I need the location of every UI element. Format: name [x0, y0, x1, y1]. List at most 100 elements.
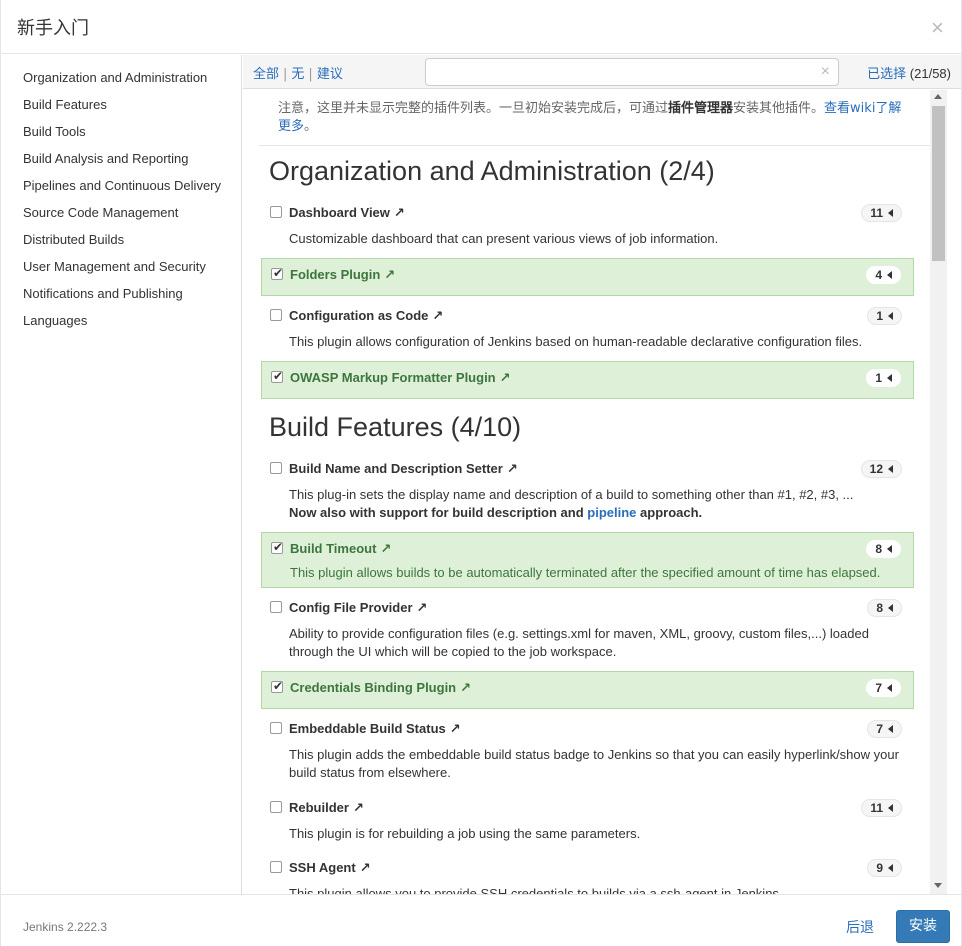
plugin-checkbox-checked[interactable]: ✔	[271, 540, 284, 554]
external-link-icon[interactable]: ↗	[360, 860, 371, 875]
dialog-header: 新手入门 ×	[1, 0, 961, 54]
sidebar-item-distributed[interactable]: Distributed Builds	[1, 227, 241, 254]
plugin-checkbox[interactable]	[270, 801, 282, 813]
plugin-name[interactable]: Build Timeout ↗	[290, 541, 391, 557]
scrollbar-thumb[interactable]	[932, 106, 945, 261]
external-link-icon[interactable]: ↗	[507, 461, 518, 476]
dependency-badge[interactable]: 4	[866, 266, 901, 284]
plugin-description: This plugin adds the embeddable build st…	[289, 747, 899, 780]
external-link-icon[interactable]: ↗	[460, 680, 471, 695]
plugin-name[interactable]: Config File Provider ↗	[289, 600, 427, 616]
dependency-badge[interactable]: 8	[866, 540, 901, 558]
plugin-item: Build Name and Description Setter ↗ 12 Th…	[261, 456, 914, 524]
caret-left-icon	[887, 545, 892, 553]
sidebar-item-pipelines[interactable]: Pipelines and Continuous Delivery	[1, 173, 241, 200]
dependency-badge[interactable]: 7	[867, 720, 902, 738]
scroll-up-icon[interactable]	[934, 94, 942, 99]
sidebar-item-notifications[interactable]: Notifications and Publishing	[1, 281, 241, 308]
plugin-checkbox-checked[interactable]: ✔	[271, 369, 283, 383]
scroll-down-icon[interactable]	[934, 883, 942, 888]
plugin-checkbox-checked[interactable]: ✔	[271, 266, 284, 280]
plugin-checkbox[interactable]	[270, 722, 282, 734]
plugin-search-box: ×	[425, 58, 839, 86]
plugin-name[interactable]: Credentials Binding Plugin ↗	[290, 680, 471, 696]
sidebar-item-organization[interactable]: Organization and Administration	[1, 65, 241, 92]
plugin-name[interactable]: Folders Plugin ↗	[290, 267, 395, 283]
sidebar-item-build-analysis[interactable]: Build Analysis and Reporting	[1, 146, 241, 173]
dependency-badge[interactable]: 12	[860, 460, 902, 478]
back-button[interactable]: 后退	[846, 917, 874, 937]
plugin-item-selected: ✔ OWASP Markup Formatter Plugin ↗ 1	[261, 361, 914, 399]
filter-separator: |	[283, 67, 288, 82]
plugin-description: This plugin allows builds to be automati…	[290, 565, 881, 580]
caret-left-icon	[887, 684, 892, 692]
plugin-name[interactable]: Rebuilder ↗	[289, 800, 364, 816]
sidebar-item-build-features[interactable]: Build Features	[1, 92, 241, 119]
plugin-item-selected: ✔ Folders Plugin ↗ 4	[261, 258, 914, 296]
plugin-description: This plugin allows configuration of Jenk…	[289, 334, 863, 349]
dependency-badge[interactable]: 7	[866, 679, 901, 697]
plugin-list-scrollbar[interactable]	[930, 90, 947, 894]
sidebar-item-build-tools[interactable]: Build Tools	[1, 119, 241, 146]
sidebar-item-user-management[interactable]: User Management and Security	[1, 254, 241, 281]
caret-left-icon	[888, 209, 893, 217]
sidebar-item-languages[interactable]: Languages	[1, 308, 241, 335]
plugin-name[interactable]: Build Name and Description Setter ↗	[289, 461, 518, 477]
external-link-icon[interactable]: ↗	[500, 370, 511, 385]
dependency-badge[interactable]: 1	[867, 307, 902, 325]
plugin-item: Configuration as Code ↗ 1 This plugin all…	[261, 303, 914, 353]
plugin-item: Rebuilder ↗ 11 This plugin is for rebuild…	[261, 795, 914, 845]
plugin-checkbox[interactable]	[270, 861, 282, 873]
external-link-icon[interactable]: ↗	[353, 800, 364, 815]
dependency-badge[interactable]: 8	[867, 599, 902, 617]
selected-link[interactable]: 已选择	[867, 67, 906, 82]
dialog-footer: Jenkins 2.222.3 后退 安装	[1, 894, 961, 946]
plugin-checkbox[interactable]	[270, 309, 282, 321]
plugin-list[interactable]: 注意，这里并未显示完整的插件列表。一旦初始安装完成后，可通过插件管理器安装其他插…	[243, 90, 930, 894]
plugin-description: This plugin is for rebuilding a job usin…	[289, 826, 641, 841]
plugin-toolbar: 全部 | 无 | 建议 × 已选择 (21/58)	[243, 55, 961, 89]
plugin-item-selected: ✔ Credentials Binding Plugin ↗ 7	[261, 671, 914, 709]
plugin-name[interactable]: Embeddable Build Status ↗	[289, 721, 461, 737]
external-link-icon[interactable]: ↗	[450, 721, 461, 736]
plugin-checkbox[interactable]	[270, 601, 282, 613]
filter-all-link[interactable]: 全部	[253, 67, 279, 82]
description-bold: Now also with support for build descript…	[289, 505, 584, 520]
plugin-description: This plug-in sets the display name and d…	[289, 486, 909, 522]
sidebar-item-scm[interactable]: Source Code Management	[1, 200, 241, 227]
notice-text: 。	[304, 119, 318, 134]
plugin-checkbox[interactable]	[270, 462, 282, 474]
plugin-search-input[interactable]	[432, 60, 812, 84]
jenkins-version: Jenkins 2.222.3	[23, 920, 108, 934]
filter-separator: |	[308, 67, 313, 82]
pipeline-link[interactable]: pipeline	[587, 505, 636, 520]
plugin-name[interactable]: OWASP Markup Formatter Plugin ↗	[290, 370, 511, 386]
plugin-name[interactable]: Configuration as Code ↗	[289, 308, 443, 324]
dependency-badge[interactable]: 1	[866, 369, 901, 387]
caret-left-icon	[888, 604, 893, 612]
caret-left-icon	[887, 271, 892, 279]
filter-none-link[interactable]: 无	[291, 67, 304, 82]
external-link-icon[interactable]: ↗	[432, 308, 443, 323]
filter-suggested-link[interactable]: 建议	[317, 67, 343, 82]
selected-count: 已选择 (21/58)	[867, 63, 951, 82]
external-link-icon[interactable]: ↗	[384, 267, 395, 282]
plugin-name[interactable]: SSH Agent ↗	[289, 860, 371, 876]
dependency-badge[interactable]: 9	[867, 859, 902, 877]
external-link-icon[interactable]: ↗	[394, 205, 405, 220]
check-icon: ✔	[273, 540, 284, 554]
dependency-badge[interactable]: 11	[861, 799, 902, 817]
caret-left-icon	[888, 725, 893, 733]
check-icon: ✔	[273, 266, 284, 280]
external-link-icon[interactable]: ↗	[380, 541, 391, 556]
clear-search-icon[interactable]: ×	[821, 64, 830, 80]
close-icon[interactable]: ×	[931, 16, 945, 40]
dialog-title: 新手入门	[17, 18, 89, 39]
dependency-badge[interactable]: 11	[861, 204, 902, 222]
plugin-checkbox-checked[interactable]: ✔	[271, 679, 283, 693]
divider	[259, 145, 930, 146]
plugin-checkbox[interactable]	[270, 206, 282, 218]
plugin-name[interactable]: Dashboard View ↗	[289, 205, 405, 221]
external-link-icon[interactable]: ↗	[417, 600, 428, 615]
install-button[interactable]: 安装	[896, 910, 950, 943]
